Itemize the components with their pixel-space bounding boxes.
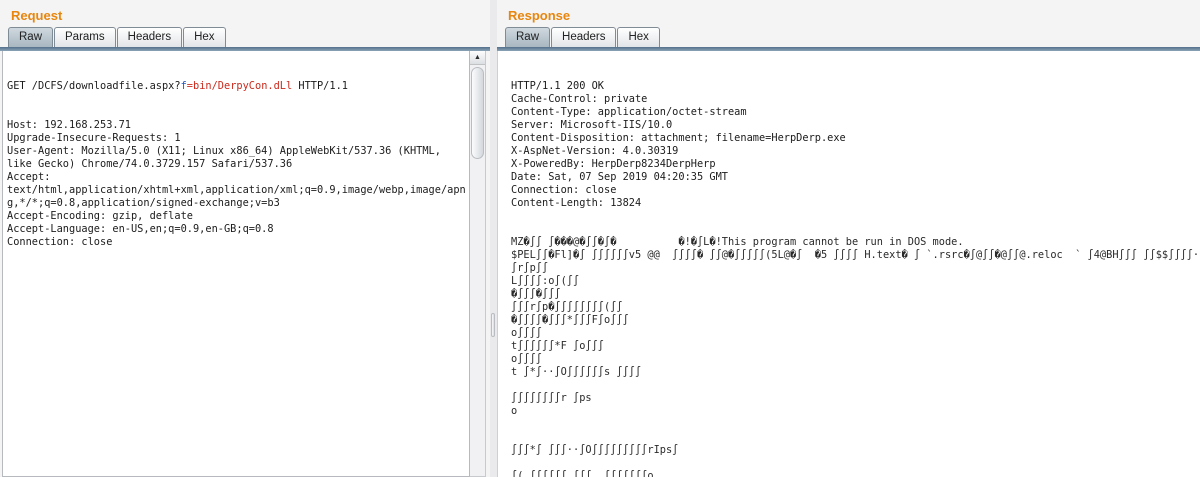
splitter-grip-icon[interactable] — [491, 313, 495, 337]
request-tab-params[interactable]: Params — [54, 27, 116, 47]
response-panel-title: Response — [497, 0, 1200, 27]
request-http-version: HTTP/1.1 — [292, 80, 348, 92]
scroll-up-icon: ▲ — [474, 54, 481, 61]
request-panel: Request Raw Params Headers Hex GET /DCFS… — [0, 0, 490, 477]
request-tabbar: Raw Params Headers Hex — [0, 27, 490, 47]
scrollbar-thumb[interactable] — [471, 67, 484, 159]
request-panel-title: Request — [0, 0, 490, 27]
request-tab-headers[interactable]: Headers — [117, 27, 182, 47]
scroll-up-button[interactable]: ▲ — [470, 51, 485, 65]
request-tab-hex[interactable]: Hex — [183, 27, 225, 47]
response-tabbar: Raw Headers Hex — [497, 27, 1200, 47]
request-line: GET /DCFS/downloadfile.aspx?f=bin/DerpyC… — [7, 80, 469, 93]
response-tab-hex[interactable]: Hex — [617, 27, 659, 47]
request-raw-editor[interactable]: GET /DCFS/downloadfile.aspx?f=bin/DerpyC… — [2, 51, 470, 477]
request-headers-text: Host: 192.168.253.71 Upgrade-Insecure-Re… — [7, 119, 469, 249]
request-scrollbar[interactable]: ▲ — [470, 51, 486, 477]
request-tab-raw[interactable]: Raw — [8, 27, 53, 47]
request-param-value: =bin/DerpyCon.dLl — [187, 80, 292, 92]
response-panel: Response Raw Headers Hex HTTP/1.1 200 OK… — [497, 0, 1200, 477]
response-headers-text: HTTP/1.1 200 OK Cache-Control: private C… — [511, 80, 1200, 210]
panel-splitter[interactable] — [490, 0, 497, 477]
request-method-path: GET /DCFS/downloadfile.aspx? — [7, 80, 181, 92]
response-tab-raw[interactable]: Raw — [505, 27, 550, 47]
response-binary-body-text: MZ�∫∫ ∫���@�∫∫�∫� �!�∫L�!This program ca… — [511, 236, 1200, 477]
response-raw-editor[interactable]: HTTP/1.1 200 OK Cache-Control: private C… — [497, 51, 1200, 477]
response-tab-headers[interactable]: Headers — [551, 27, 616, 47]
http-message-viewer: Request Raw Params Headers Hex GET /DCFS… — [0, 0, 1200, 477]
